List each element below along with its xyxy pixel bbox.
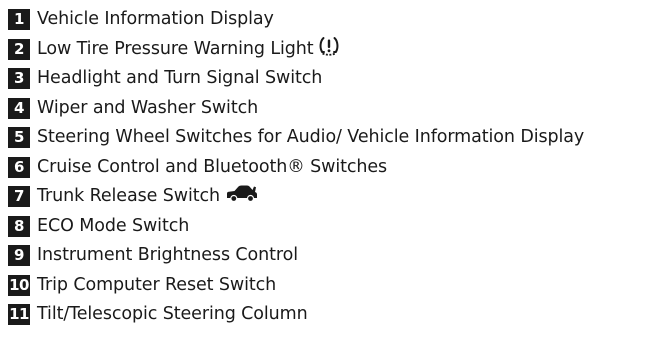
item-number-badge: 1 <box>8 9 30 30</box>
legend-item-2: 2 Low Tire Pressure Warning Light <box>8 36 654 63</box>
item-number-badge: 7 <box>8 186 30 207</box>
item-label: Trip Computer Reset Switch <box>37 274 277 295</box>
item-label: Vehicle Information Display <box>37 9 274 29</box>
item-number-badge: 3 <box>8 68 30 89</box>
legend-item-10: 10 Trip Computer Reset Switch <box>8 272 654 299</box>
legend-item-4: 4 Wiper and Washer Switch <box>8 95 654 122</box>
legend-item-1: 1 Vehicle Information Display <box>8 6 654 33</box>
item-number-badge: 6 <box>8 156 30 178</box>
legend-item-7: 7 Trunk Release Switch <box>8 183 654 210</box>
item-label: Low Tire Pressure Warning Light <box>37 38 314 59</box>
item-label: Tilt/Telescopic Steering Column <box>37 304 308 324</box>
item-number-badge: 8 <box>8 215 30 237</box>
item-label: Instrument Brightness Control <box>37 245 298 265</box>
item-number-badge: 10 <box>8 274 30 296</box>
item-number-badge: 9 <box>8 245 30 266</box>
trunk-release-car-icon <box>226 184 258 206</box>
item-label: Cruise Control and Bluetooth® Switches <box>37 156 388 177</box>
item-number-badge: 2 <box>8 38 30 60</box>
item-label: Steering Wheel Switches for Audio/ Vehic… <box>37 127 585 147</box>
item-label: ECO Mode Switch <box>37 215 190 236</box>
legend-item-8: 8 ECO Mode Switch <box>8 213 654 240</box>
item-label: Wiper and Washer Switch <box>37 97 259 118</box>
item-number-badge: 4 <box>8 97 30 119</box>
item-label: Trunk Release Switch <box>37 186 220 206</box>
legend-item-5: 5 Steering Wheel Switches for Audio/ Veh… <box>8 124 654 151</box>
legend-item-6: 6 Cruise Control and Bluetooth® Switches <box>8 154 654 181</box>
control-legend-list: 1 Vehicle Information Display 2 Low Tire… <box>8 6 654 331</box>
item-number-badge: 5 <box>8 127 30 148</box>
item-label: Headlight and Turn Signal Switch <box>37 68 323 88</box>
tire-pressure-warning-icon <box>318 36 340 60</box>
item-number-badge: 11 <box>8 304 30 325</box>
legend-item-11: 11 Tilt/Telescopic Steering Column <box>8 301 654 328</box>
legend-item-9: 9 Instrument Brightness Control <box>8 242 654 269</box>
legend-item-3: 3 Headlight and Turn Signal Switch <box>8 65 654 92</box>
